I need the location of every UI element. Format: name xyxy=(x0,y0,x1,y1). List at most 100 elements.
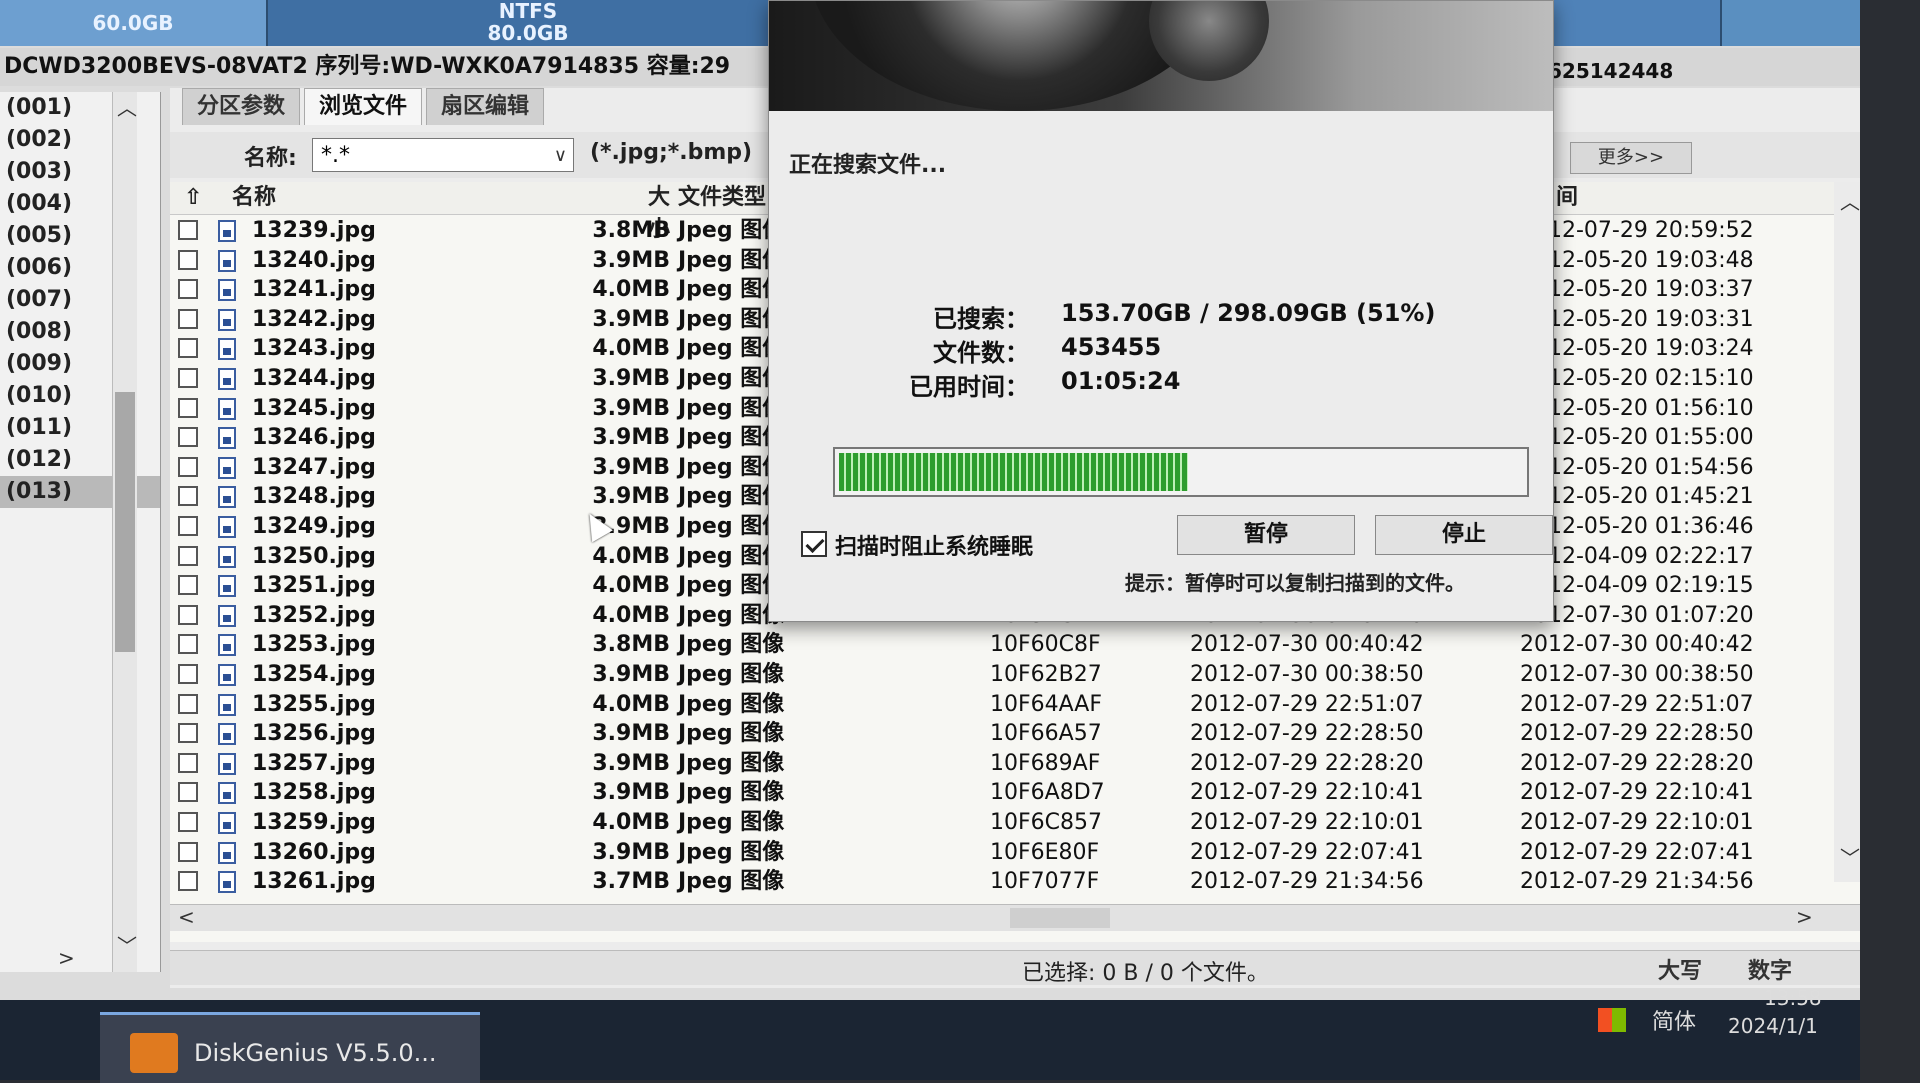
row-checkbox[interactable] xyxy=(178,368,198,388)
jpeg-file-icon xyxy=(218,634,236,657)
clock-time[interactable]: 13:58 xyxy=(1764,986,1822,1010)
tab-2[interactable]: 扇区编辑 xyxy=(426,88,545,125)
table-row[interactable]: 13255.jpg 4.0MB Jpeg 图像 10F64AAF 2012-07-29 … xyxy=(170,690,1860,720)
modified-time: 2012-07-29 21:34:56 xyxy=(1520,869,1754,895)
modified-time: 2012-07-30 01:07:20 xyxy=(1520,602,1754,628)
table-row[interactable]: 13258.jpg 3.9MB Jpeg 图像 10F6A8D7 2012-07-29 … xyxy=(170,778,1860,808)
dialog-title: 正在搜索文件... xyxy=(789,153,947,178)
filter-name-select[interactable]: *.* ∨ xyxy=(312,138,574,172)
chevron-down-icon[interactable]: ﹀ xyxy=(1840,842,1860,871)
row-checkbox[interactable] xyxy=(178,545,198,566)
tab-0[interactable]: 分区参数 xyxy=(182,88,301,125)
chevron-down-icon[interactable]: ∨ xyxy=(554,139,567,173)
file-type: Jpeg 图像 xyxy=(678,780,785,806)
row-checkbox[interactable] xyxy=(178,871,198,892)
chevron-left-icon[interactable]: < xyxy=(178,905,195,929)
row-checkbox[interactable] xyxy=(178,723,198,744)
file-size: 4.0MB xyxy=(592,277,670,303)
partition-size: 60.0GB xyxy=(92,11,174,35)
chevron-right-icon[interactable]: > xyxy=(1796,905,1813,929)
row-checkbox[interactable] xyxy=(178,427,198,448)
created-time: 2012-07-30 00:40:42 xyxy=(1190,632,1424,658)
file-size: 3.9MB xyxy=(592,395,670,421)
column-modified[interactable]: 间 xyxy=(1556,182,1578,214)
modified-time: 2012-07-30 00:40:42 xyxy=(1520,632,1754,658)
diskgenius-window: 60.0GB NTFS 80.0GB DCWD3200BEVS-08VAT2 序… xyxy=(0,0,1860,1000)
file-size: 3.8MB xyxy=(592,218,670,243)
file-type: Jpeg 图像 xyxy=(678,839,785,865)
tree-scrollbar[interactable]: ︿ ﹀ xyxy=(112,92,137,972)
more-button[interactable]: 更多>> xyxy=(1570,142,1692,174)
table-row[interactable]: 13260.jpg 3.9MB Jpeg 图像 10F6E80F 2012-07-29 … xyxy=(170,838,1860,868)
row-checkbox[interactable] xyxy=(178,693,198,714)
file-size: 3.8MB xyxy=(592,632,670,658)
row-checkbox[interactable] xyxy=(178,220,198,240)
modified-time: 2012-05-20 19:03:48 xyxy=(1520,247,1754,273)
taskbar-app-button[interactable]: DiskGenius V5.5.0... xyxy=(100,1012,480,1083)
file-count-value: 453455 xyxy=(1061,333,1162,361)
modified-time: 2012-05-20 01:45:21 xyxy=(1520,484,1754,510)
column-size[interactable]: 大小 xyxy=(630,182,670,242)
table-row[interactable]: 13256.jpg 3.9MB Jpeg 图像 10F66A57 2012-07-29 … xyxy=(170,719,1860,749)
start-sector: 10F7077F xyxy=(990,869,1100,895)
partition-segment-1[interactable]: 60.0GB xyxy=(0,0,268,46)
chevron-down-icon[interactable]: ﹀ xyxy=(117,930,137,959)
row-checkbox[interactable] xyxy=(178,397,198,418)
partition-segment-2[interactable]: NTFS 80.0GB xyxy=(268,0,790,46)
file-size: 3.9MB xyxy=(592,662,670,687)
row-checkbox[interactable] xyxy=(178,486,198,507)
tree-scroll-thumb[interactable] xyxy=(115,392,135,652)
column-name[interactable]: 名称 xyxy=(232,182,276,214)
column-type[interactable]: 文件类型 xyxy=(678,182,766,214)
row-checkbox[interactable] xyxy=(178,664,198,684)
pause-button[interactable]: 暂停 xyxy=(1177,515,1355,555)
clock-date[interactable]: 2024/1/1 xyxy=(1728,1014,1818,1038)
progress-fill xyxy=(839,453,1188,491)
row-checkbox[interactable] xyxy=(178,604,198,625)
row-checkbox[interactable] xyxy=(178,338,198,359)
horizontal-scroll-thumb[interactable] xyxy=(1010,908,1110,928)
row-checkbox[interactable] xyxy=(178,249,198,270)
row-checkbox[interactable] xyxy=(178,782,198,803)
stop-button[interactable]: 停止 xyxy=(1375,515,1553,555)
created-time: 2012-07-29 22:10:01 xyxy=(1190,810,1424,835)
tab-1[interactable]: 浏览文件 xyxy=(304,88,423,125)
prevent-sleep-checkbox[interactable] xyxy=(801,531,827,557)
taskbar-app-label: DiskGenius V5.5.0... xyxy=(194,1039,437,1067)
file-name: 13245.jpg xyxy=(252,395,376,421)
modified-time: 2012-05-20 01:55:00 xyxy=(1520,425,1754,451)
start-sector: 10F60C8F xyxy=(990,632,1101,658)
row-checkbox[interactable] xyxy=(178,456,198,477)
jpeg-file-icon xyxy=(218,812,236,834)
row-checkbox[interactable] xyxy=(178,634,198,655)
table-vertical-scrollbar[interactable]: ︿ ﹀ xyxy=(1834,182,1860,882)
row-checkbox[interactable] xyxy=(178,308,198,329)
partition-fs: NTFS xyxy=(498,0,558,23)
row-checkbox[interactable] xyxy=(178,841,198,862)
windows-flag-icon[interactable] xyxy=(1598,1008,1626,1032)
modified-time: 2012-07-29 22:28:50 xyxy=(1520,721,1754,747)
row-checkbox[interactable] xyxy=(178,812,198,832)
prevent-sleep-label[interactable]: 扫描时阻止系统睡眠 xyxy=(835,529,1033,561)
chevron-right-icon[interactable]: > xyxy=(58,946,75,970)
created-time: 2012-07-29 22:10:41 xyxy=(1190,780,1424,806)
table-row[interactable]: 13261.jpg 3.7MB Jpeg 图像 10F7077F 2012-07-29 … xyxy=(170,867,1860,897)
file-type: Jpeg 图像 xyxy=(678,691,785,717)
table-row[interactable]: 13257.jpg 3.9MB Jpeg 图像 10F689AF 2012-07-29 … xyxy=(170,749,1860,779)
created-time: 2012-07-29 22:28:20 xyxy=(1190,750,1424,776)
table-horizontal-scrollbar[interactable]: < > xyxy=(170,904,1860,931)
table-row[interactable]: 13253.jpg 3.8MB Jpeg 图像 10F60C8F 2012-07-30 … xyxy=(170,630,1860,660)
ime-indicator[interactable]: 简体 xyxy=(1652,1004,1696,1036)
modified-time: 2012-05-20 19:03:31 xyxy=(1520,306,1754,332)
file-type: Jpeg 图像 xyxy=(678,750,785,776)
modified-time: 2012-05-20 01:54:56 xyxy=(1520,454,1754,480)
row-checkbox[interactable] xyxy=(178,575,198,596)
up-folder-icon[interactable]: ⇧ xyxy=(184,182,202,214)
chevron-up-icon[interactable]: ︿ xyxy=(1840,186,1860,215)
row-checkbox[interactable] xyxy=(178,752,198,773)
row-checkbox[interactable] xyxy=(178,516,198,536)
table-row[interactable]: 13259.jpg 4.0MB Jpeg 图像 10F6C857 2012-07-29 … xyxy=(170,808,1860,838)
chevron-up-icon[interactable]: ︿ xyxy=(117,92,137,121)
table-row[interactable]: 13254.jpg 3.9MB Jpeg 图像 10F62B27 2012-07-30 … xyxy=(170,660,1860,690)
row-checkbox[interactable] xyxy=(178,279,198,300)
